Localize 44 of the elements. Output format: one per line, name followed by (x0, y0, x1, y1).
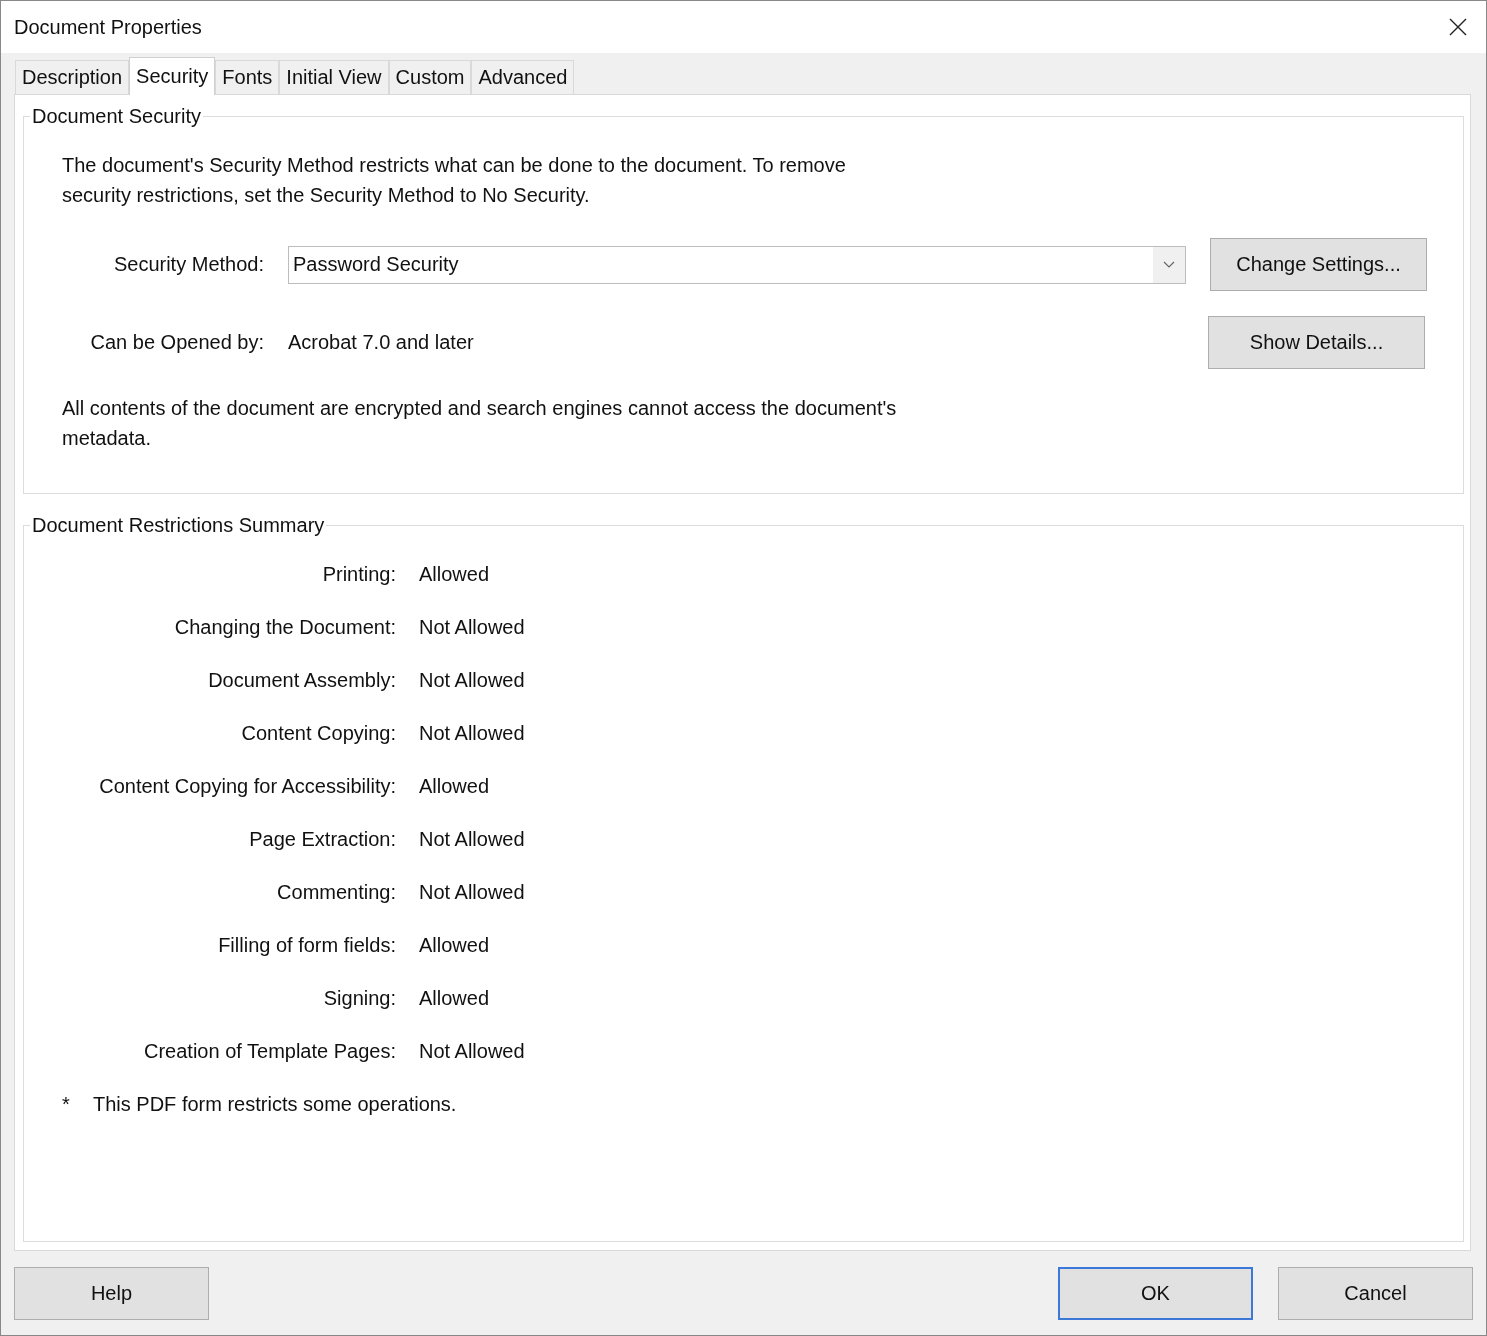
group-title: Document Security (31, 105, 202, 128)
tab[interactable]: Description (15, 60, 130, 94)
dialog-button[interactable]: Cancel (1278, 1266, 1473, 1320)
footnote-text: This PDF form restricts some operations. (93, 1092, 457, 1117)
change-settings-button[interactable]: Change Settings... (1210, 238, 1427, 291)
restriction-label: Creation of Template Pages: (143, 1039, 396, 1064)
restriction-value: Not Allowed (419, 668, 526, 693)
chevron-icon (1163, 261, 1175, 268)
restriction-value: Allowed (419, 774, 491, 799)
field-label: Security Method: (112, 253, 265, 276)
show-details-button[interactable]: Show Details... (1208, 316, 1425, 369)
security-method-dropdown[interactable]: Password Security (288, 245, 1186, 284)
tab[interactable]: Custom (388, 60, 472, 94)
footnote-mark: * (62, 1092, 71, 1117)
restriction-value: Not Allowed (419, 1039, 526, 1064)
restriction-label: Filling of form fields: (217, 933, 396, 958)
restriction-value: Not Allowed (419, 880, 526, 905)
window-title: Document Properties (14, 15, 202, 39)
restriction-label: Page Extraction: (248, 827, 396, 852)
restriction-label: Signing: (322, 986, 396, 1011)
restriction-label: Content Copying for Accessibility: (98, 774, 396, 799)
tab[interactable]: Initial View (279, 60, 389, 94)
tab[interactable]: Fonts (215, 60, 280, 94)
dialog-button[interactable]: Help (14, 1266, 209, 1320)
field-value: Acrobat 7.0 and later (288, 331, 474, 354)
restriction-label: Document Assembly: (207, 668, 396, 693)
restriction-value: Not Allowed (419, 615, 526, 640)
restriction-value: Allowed (419, 933, 491, 958)
close-icon (1449, 18, 1467, 36)
description-text: The document's Security Method restricts what can be done to the document. To remove security restrictions, set the Security Method to No Security. (62, 153, 847, 208)
group-title: Document Restrictions Summary (31, 514, 326, 537)
dialog-button[interactable]: OK (1058, 1266, 1253, 1320)
note-text: All contents of the document are encrypted and search engines cannot access the document's metadata. (62, 396, 898, 451)
field-label: Can be Opened by: (89, 331, 265, 354)
restriction-label: Printing: (321, 562, 396, 587)
tab[interactable]: Advanced (471, 60, 575, 94)
restriction-label: Commenting: (276, 880, 396, 905)
restriction-value: Not Allowed (419, 827, 526, 852)
restriction-label: Content Copying: (240, 721, 396, 746)
restriction-value: Allowed (419, 562, 491, 587)
restriction-label: Changing the Document: (173, 615, 396, 640)
restriction-value: Not Allowed (419, 721, 526, 746)
tab[interactable]: Security (129, 57, 216, 95)
restriction-value: Allowed (419, 986, 491, 1011)
